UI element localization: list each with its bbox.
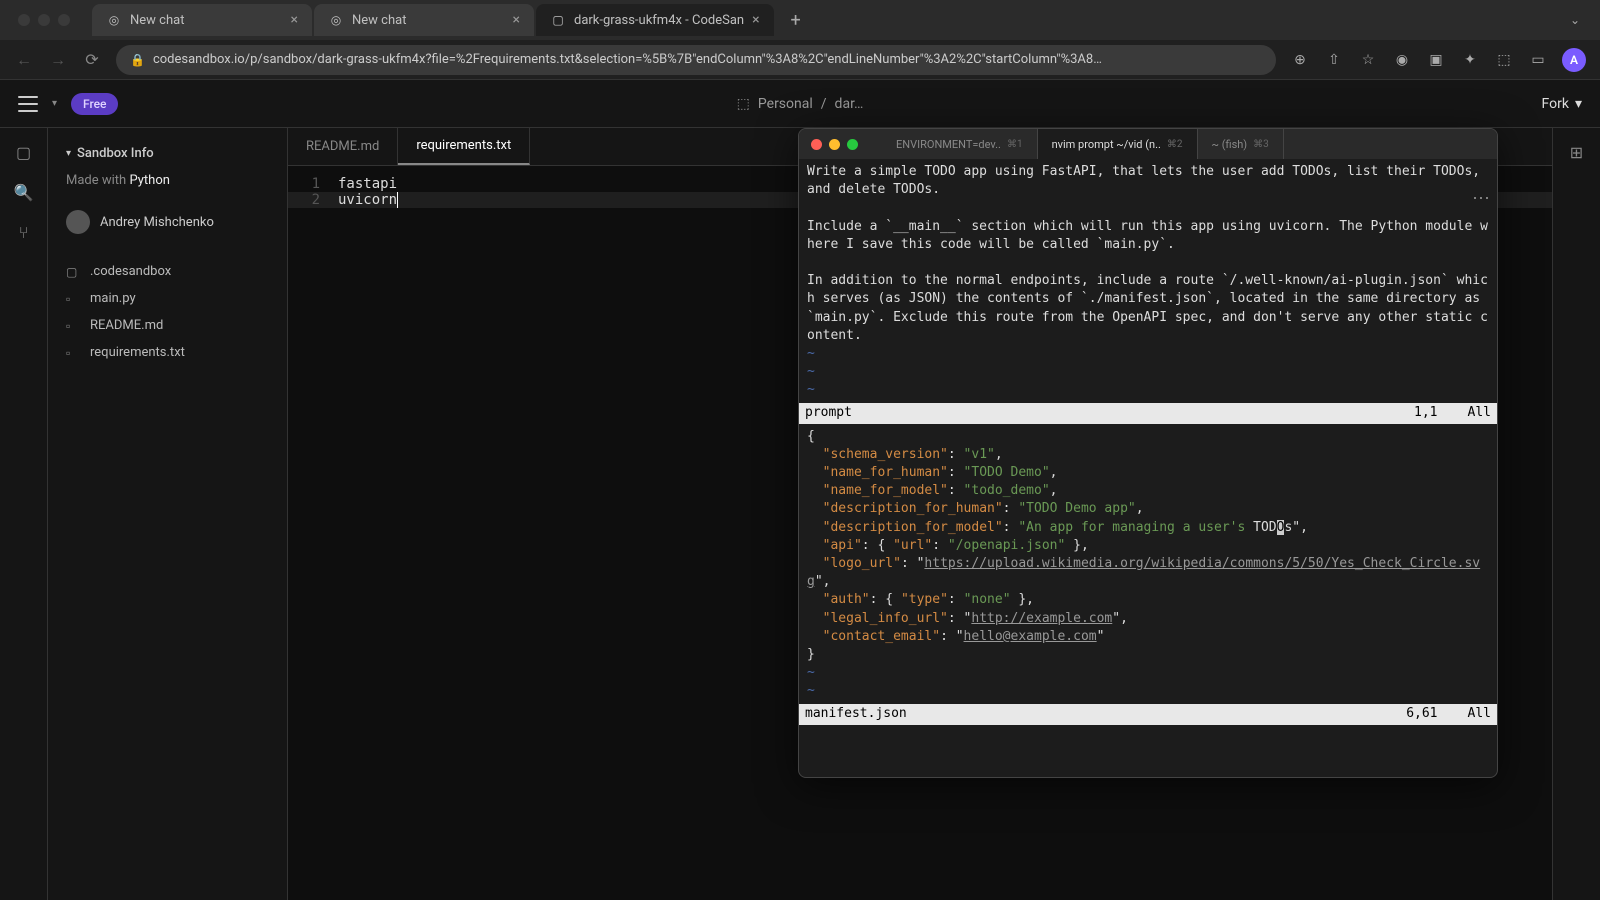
terminal-tabs: ENVIRONMENT=dev..⌘1 nvim prompt ~/vid (n… [882, 129, 1485, 159]
main-area: ▢ 🔍 ⑂ ▾ Sandbox Info Made with Python An… [0, 128, 1600, 900]
extension-icon[interactable]: ◉ [1392, 50, 1412, 70]
window-traffic-lights [18, 14, 70, 26]
plan-badge[interactable]: Free [71, 93, 118, 115]
search-icon[interactable]: 🔍 [14, 182, 34, 202]
tab-title: New chat [130, 13, 184, 28]
fork-button[interactable]: Fork ▾ [1542, 96, 1582, 112]
editor-tab[interactable]: README.md [288, 128, 398, 165]
menu-icon[interactable] [18, 96, 38, 112]
folder-icon: ▢ [66, 265, 80, 279]
sandbox-owner[interactable]: Andrey Mishchenko [48, 196, 287, 248]
made-with-label: Made with Python [48, 165, 287, 196]
line-number: 1 [288, 176, 338, 192]
file-tree: ▢.codesandbox ▫main.py ▫README.md ▫requi… [48, 258, 287, 366]
share-icon[interactable]: ⇧ [1324, 50, 1344, 70]
terminal-body[interactable]: Write a simple TODO app using FastAPI, t… [799, 159, 1497, 777]
more-options-icon[interactable]: ⋯ [1472, 188, 1492, 209]
add-panel-icon[interactable]: ⊞ [1567, 142, 1587, 162]
maximize-icon[interactable] [847, 139, 858, 150]
sidebar-title[interactable]: ▾ Sandbox Info [48, 142, 287, 165]
file-icon: ▫ [66, 346, 80, 360]
url-input[interactable]: 🔒 codesandbox.io/p/sandbox/dark-grass-uk… [116, 45, 1276, 75]
close-icon[interactable] [811, 139, 822, 150]
puzzle-icon[interactable]: ✦ [1460, 50, 1480, 70]
url-text: codesandbox.io/p/sandbox/dark-grass-ukfm… [153, 52, 1102, 67]
minimize-icon[interactable] [829, 139, 840, 150]
close-icon[interactable]: × [291, 12, 298, 28]
browser-tab-strip: ◎ New chat × ◎ New chat × ▢ dark-grass-u… [0, 0, 1600, 40]
maximize-icon[interactable] [58, 14, 70, 26]
lock-icon: 🔒 [130, 53, 145, 67]
sidebar: ▾ Sandbox Info Made with Python Andrey M… [48, 128, 288, 900]
extension-icon[interactable]: ▣ [1426, 50, 1446, 70]
terminal-window[interactable]: ENVIRONMENT=dev..⌘1 nvim prompt ~/vid (n… [798, 128, 1498, 778]
activity-bar: ▢ 🔍 ⑂ [0, 128, 48, 900]
bookmark-icon[interactable]: ☆ [1358, 50, 1378, 70]
file-tree-item[interactable]: ▫main.py [48, 285, 287, 312]
browser-tab[interactable]: ◎ New chat × [314, 4, 534, 36]
cube-icon: ⬚ [737, 96, 750, 112]
explorer-icon[interactable]: ▢ [14, 142, 34, 162]
tab-favicon: ▢ [550, 12, 566, 28]
app-header: ▾ Free ⬚ Personal / dar… Fork ▾ [0, 80, 1600, 128]
chevron-down-icon: ▾ [1575, 96, 1582, 112]
file-tree-item[interactable]: ▫README.md [48, 312, 287, 339]
extension-icon[interactable]: ⬚ [1494, 50, 1514, 70]
terminal-tab-active[interactable]: nvim prompt ~/vid (n..⌘2 [1038, 129, 1198, 159]
line-number: 2 [288, 192, 338, 208]
file-icon: ▫ [66, 319, 80, 333]
terminal-tab[interactable]: ENVIRONMENT=dev..⌘1 [882, 129, 1038, 159]
chevron-down-icon: ▾ [66, 148, 71, 159]
new-tab-button[interactable]: + [782, 6, 810, 34]
tab-favicon: ◎ [328, 12, 344, 28]
tab-list-button[interactable]: ⌄ [1560, 13, 1590, 27]
tab-favicon: ◎ [106, 12, 122, 28]
tab-title: New chat [352, 13, 406, 28]
search-icon[interactable]: ⊕ [1290, 50, 1310, 70]
breadcrumb-project[interactable]: dar… [835, 96, 864, 112]
file-tree-folder[interactable]: ▢.codesandbox [48, 258, 287, 285]
reload-button[interactable]: ⟳ [82, 50, 102, 69]
avatar [66, 210, 90, 234]
vim-buffer-bottom: { "schema_version": "v1", "name_for_huma… [799, 424, 1497, 705]
window-traffic-lights [811, 139, 858, 150]
chevron-down-icon[interactable]: ▾ [52, 98, 57, 109]
text-cursor [397, 192, 398, 208]
git-icon[interactable]: ⑂ [14, 222, 34, 242]
file-icon: ▫ [66, 292, 80, 306]
terminal-tab[interactable]: ~ (fish)⌘3 [1198, 129, 1284, 159]
user-name: Andrey Mishchenko [100, 215, 214, 230]
toolbar-icons: ⊕ ⇧ ☆ ◉ ▣ ✦ ⬚ ▭ A [1290, 48, 1586, 72]
vim-status-line: prompt 1,1 All [799, 403, 1497, 423]
back-button[interactable]: ← [14, 50, 34, 70]
tab-title: dark-grass-ukfm4x - CodeSan [574, 13, 744, 28]
browser-tab-active[interactable]: ▢ dark-grass-ukfm4x - CodeSan × [536, 4, 774, 36]
minimize-icon[interactable] [38, 14, 50, 26]
profile-avatar[interactable]: A [1562, 48, 1586, 72]
close-icon[interactable]: × [513, 12, 520, 28]
terminal-titlebar[interactable]: ENVIRONMENT=dev..⌘1 nvim prompt ~/vid (n… [799, 129, 1497, 159]
vim-status-line: manifest.json 6,61 All [799, 704, 1497, 724]
editor-tab-active[interactable]: requirements.txt [398, 128, 530, 165]
browser-tab[interactable]: ◎ New chat × [92, 4, 312, 36]
extension-icon[interactable]: ▭ [1528, 50, 1548, 70]
address-bar: ← → ⟳ 🔒 codesandbox.io/p/sandbox/dark-gr… [0, 40, 1600, 80]
close-icon[interactable]: × [752, 12, 759, 28]
forward-button[interactable]: → [48, 50, 68, 70]
breadcrumb-workspace[interactable]: Personal [758, 96, 813, 112]
vim-buffer-top: Write a simple TODO app using FastAPI, t… [799, 159, 1497, 403]
right-rail: ⊞ [1552, 128, 1600, 900]
file-tree-item[interactable]: ▫requirements.txt [48, 339, 287, 366]
editor-area: README.md requirements.txt 1 fastapi 2 u… [288, 128, 1552, 900]
breadcrumb: ⬚ Personal / dar… [737, 96, 864, 112]
close-icon[interactable] [18, 14, 30, 26]
